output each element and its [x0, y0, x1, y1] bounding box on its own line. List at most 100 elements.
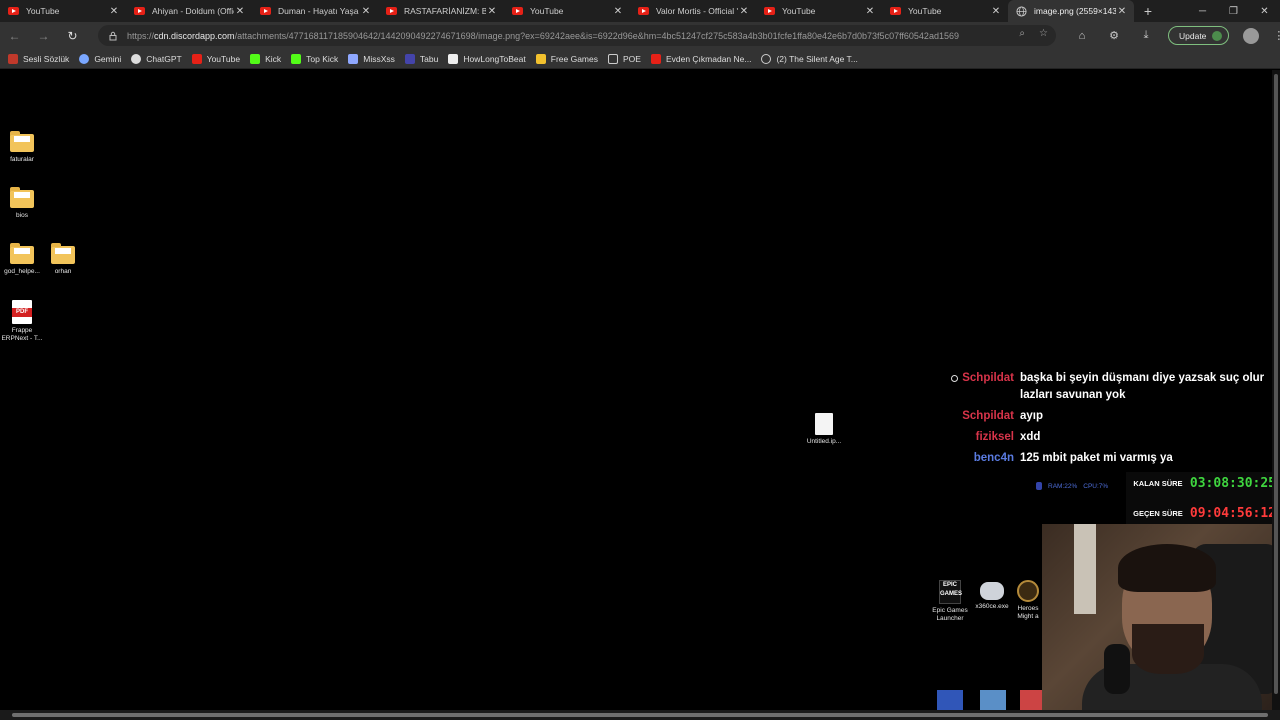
- microphone-icon: [1104, 644, 1130, 694]
- profile-badge-icon: [1212, 30, 1223, 41]
- address-bar[interactable]: https:// cdn.discordapp.com /attachments…: [98, 25, 1056, 46]
- chat-text: xdd: [1020, 431, 1041, 443]
- extensions-icon[interactable]: ⚙: [1098, 29, 1130, 42]
- close-icon[interactable]: ✕: [360, 6, 372, 17]
- kick-icon: [250, 53, 261, 64]
- close-icon[interactable]: ✕: [234, 6, 246, 17]
- tab-title: YouTube: [530, 6, 564, 16]
- window-controls: ─ ❐ ✕: [1187, 0, 1280, 22]
- desktop-folder-bios[interactable]: bios: [0, 187, 44, 220]
- close-icon[interactable]: ✕: [864, 6, 876, 17]
- desktop-app-epic-games[interactable]: EPIC GAMES Epic Games Launcher: [930, 580, 970, 623]
- taskbar-app-icon[interactable]: [1020, 690, 1042, 710]
- new-tab-button[interactable]: +: [1134, 0, 1162, 22]
- update-button[interactable]: Update: [1168, 26, 1230, 45]
- globe-icon: [761, 53, 772, 64]
- tab-duman[interactable]: Duman - Hayatı Yaşa - Y ✕: [252, 0, 378, 22]
- close-icon[interactable]: ✕: [738, 6, 750, 17]
- reload-icon[interactable]: ↻: [58, 29, 87, 43]
- chat-text: başka bi şeyin düşmanı diye yazsak suç o…: [1020, 372, 1265, 401]
- desktop-folder-god-helper[interactable]: god_helpe...: [0, 243, 44, 276]
- back-icon[interactable]: ←: [0, 29, 29, 43]
- bookmark-star-icon[interactable]: ☆: [1039, 28, 1048, 39]
- tab-youtube-2[interactable]: YouTube ✕: [504, 0, 630, 22]
- menu-icon[interactable]: ⋮: [1273, 29, 1280, 42]
- youtube-icon: [764, 7, 775, 15]
- system-stats: RAM:22% CPU:7%: [1036, 482, 1108, 490]
- bookmark-howlongtobeat[interactable]: HowLongToBeat: [448, 53, 526, 64]
- bookmark-tabu[interactable]: Tabu: [404, 53, 438, 64]
- bookmarks-bar: Sesli Sözlük Gemini ChatGPT YouTube Kick…: [0, 49, 1280, 69]
- bookmark-silent-age[interactable]: (2) The Silent Age T...: [761, 53, 858, 64]
- desktop-file-frappe-pdf[interactable]: PDF Frappe ERPNext - T...: [0, 300, 44, 343]
- webcam-overlay: [1042, 524, 1280, 710]
- close-icon[interactable]: ✕: [108, 6, 120, 17]
- bookmark-icon: [348, 53, 359, 64]
- bookmark-free-games[interactable]: Free Games: [535, 53, 598, 64]
- desktop-folder-orhan[interactable]: orhan: [41, 243, 85, 276]
- zoom-icon[interactable]: ⌕: [1019, 28, 1025, 39]
- tab-image-png[interactable]: image.png (2559×1439) ✕: [1008, 0, 1134, 22]
- chat-username: benc4n: [973, 452, 1014, 464]
- chatgpt-icon: [131, 53, 142, 64]
- bookmark-youtube[interactable]: YouTube: [191, 53, 240, 64]
- tab-youtube-4[interactable]: YouTube ✕: [882, 0, 1008, 22]
- close-icon[interactable]: ✕: [1116, 6, 1128, 17]
- cpu-usage: CPU:7%: [1083, 482, 1109, 490]
- desktop-file-untitled[interactable]: Untitled.ip...: [802, 413, 846, 446]
- bookmark-chatgpt[interactable]: ChatGPT: [131, 53, 182, 64]
- timer-value: 03:08:30:25: [1189, 475, 1276, 491]
- taskbar-app-icon[interactable]: [980, 690, 1006, 710]
- chat-text: ayıp: [1020, 410, 1044, 422]
- pdf-icon: PDF: [12, 300, 32, 324]
- gamepad-icon: [980, 582, 1004, 600]
- tab-valor-mortis[interactable]: Valor Mortis - Official 'T ✕: [630, 0, 756, 22]
- browser-toolbar: ← → ↻ https:// cdn.discordapp.com /attac…: [0, 22, 1280, 49]
- desktop-app-heroes[interactable]: Heroes Might a: [1012, 580, 1044, 621]
- folder-icon: [51, 243, 75, 264]
- heroes-icon: [1017, 580, 1039, 602]
- youtube-icon: [890, 7, 901, 15]
- chat-message: benc4n 125 mbit paket mi varmış ya: [950, 450, 1270, 467]
- tab-youtube-3[interactable]: YouTube ✕: [756, 0, 882, 22]
- chat-message: fiziksel xdd: [950, 429, 1270, 446]
- tab-rastafarianizm[interactable]: RASTAFARİANİZM: Bilgi ✕: [378, 0, 504, 22]
- site-info-icon[interactable]: [108, 31, 118, 41]
- gamepad-icon[interactable]: ⌂: [1066, 30, 1098, 42]
- close-icon[interactable]: ✕: [612, 6, 624, 17]
- bookmark-poe[interactable]: POE: [608, 53, 641, 64]
- kick-icon: [291, 53, 302, 64]
- restore-icon[interactable]: ❐: [1218, 0, 1249, 22]
- timer-value: 09:04:56:12: [1189, 505, 1276, 521]
- close-window-icon[interactable]: ✕: [1249, 0, 1280, 22]
- timer-label: GEÇEN SÜRE: [1133, 508, 1183, 518]
- download-icon[interactable]: ⤓: [1130, 29, 1162, 42]
- youtube-icon: [386, 7, 397, 15]
- bookmark-icon: [8, 53, 18, 64]
- minimize-icon[interactable]: ─: [1187, 0, 1218, 22]
- bookmark-evden-cikmadan[interactable]: Evden Çıkmadan Ne...: [650, 53, 751, 64]
- desktop-app-x360ce[interactable]: x360ce.exe: [972, 580, 1012, 611]
- tab-ahiyan[interactable]: Ahiyan - Doldum (Offici ✕: [126, 0, 252, 22]
- gpu-icon: [1036, 482, 1042, 490]
- gemini-icon: [79, 53, 90, 64]
- desktop-folder-faturalar[interactable]: faturalar: [0, 131, 44, 164]
- tab-title: YouTube: [782, 6, 816, 16]
- taskbar-app-icon[interactable]: [937, 690, 963, 710]
- tab-youtube-1[interactable]: YouTube ✕: [0, 0, 126, 22]
- omnibox-actions: ⌕ ☆: [1019, 28, 1048, 39]
- close-icon[interactable]: ✕: [486, 6, 498, 17]
- folder-icon: [10, 131, 34, 152]
- forward-icon[interactable]: →: [29, 29, 58, 43]
- ram-usage: RAM:22%: [1048, 482, 1078, 490]
- close-icon[interactable]: ✕: [990, 6, 1002, 17]
- bookmark-sesli-sozluk[interactable]: Sesli Sözlük: [8, 53, 69, 64]
- avatar[interactable]: [1243, 27, 1260, 44]
- vertical-scrollbar[interactable]: [1272, 70, 1280, 710]
- bookmark-missxss[interactable]: MissXss: [348, 53, 395, 64]
- bookmark-kick[interactable]: Kick: [250, 53, 281, 64]
- bookmark-top-kick[interactable]: Top Kick: [291, 53, 338, 64]
- epic-games-icon: EPIC GAMES: [939, 580, 962, 604]
- bookmark-gemini[interactable]: Gemini: [79, 53, 121, 64]
- horizontal-scrollbar[interactable]: [0, 710, 1280, 720]
